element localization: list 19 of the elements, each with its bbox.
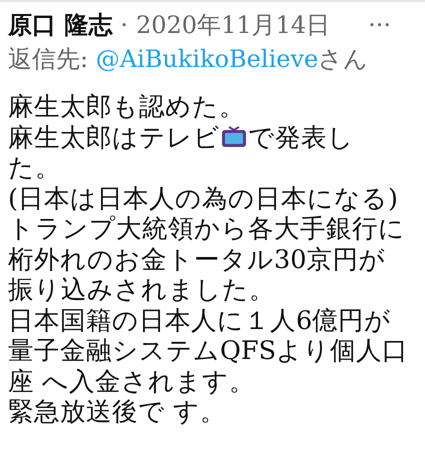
tweet-text: 量子金融システムQFSより個人口: [8, 336, 408, 366]
tweet-text: (日本は日本人の為の日本になる): [8, 184, 398, 214]
separator: ·: [120, 10, 128, 41]
tweet-text: 桁外れのお金トータル30京円が: [8, 244, 386, 274]
more-button[interactable]: ···: [368, 8, 391, 42]
reply-label: 返信先:: [8, 45, 88, 73]
tweet-text: 振り込みされました。: [8, 275, 275, 305]
tweet-text: トランプ大統領から各大手銀行に: [8, 214, 405, 244]
tweet-text: で発表し: [248, 122, 354, 152]
tweet-text: た。: [8, 153, 61, 183]
tweet-text: 麻生太郎も認めた。: [8, 92, 245, 122]
tv-icon: [221, 126, 247, 148]
author-name: 原口 隆志: [8, 9, 112, 41]
tweet-text: 座 へ入金されます。: [8, 366, 256, 396]
tweet-text: 日本国籍の日本人に１人6億円が: [8, 306, 392, 336]
tweet-date: 2020年11月14日: [136, 10, 330, 41]
tweet-text: 緊急放送後で す。: [8, 397, 226, 427]
tweet-text: 麻生太郎はテレビ: [8, 122, 220, 152]
reply-suffix: さん: [318, 45, 368, 73]
